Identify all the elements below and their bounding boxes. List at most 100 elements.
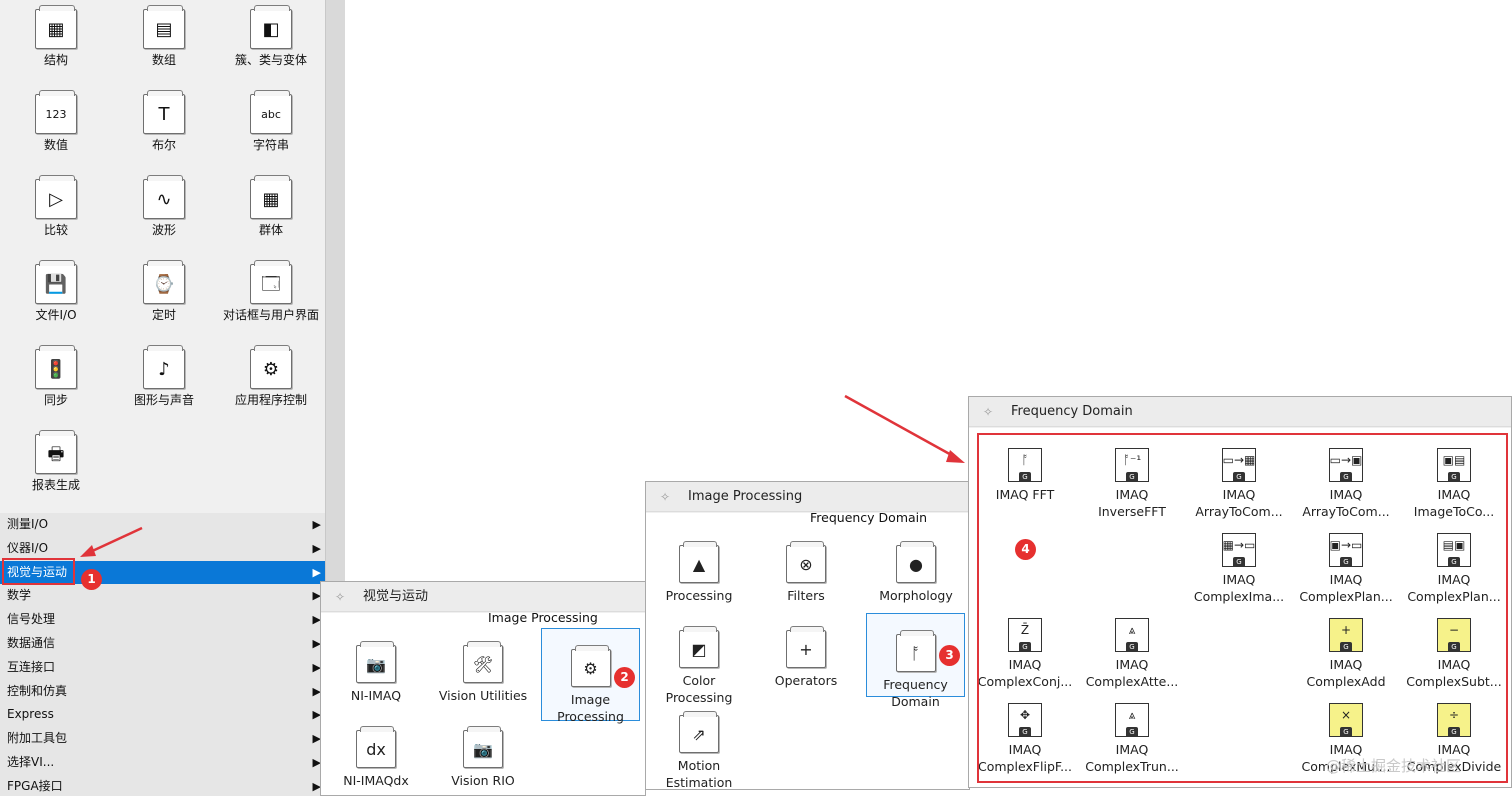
- color-processing-icon: ◩: [679, 626, 719, 668]
- app-control-icon: ⚙: [250, 345, 292, 389]
- palette-item-app-control[interactable]: ⚙ 应用程序控制: [216, 345, 326, 408]
- timing-icon: ⌚: [143, 260, 185, 304]
- structures-icon: ▦: [35, 5, 77, 49]
- array-icon: ▤: [143, 5, 185, 49]
- palette-item-graphics-sound[interactable]: ♪ 图形与声音: [109, 345, 219, 408]
- palette-item-label: 定时: [151, 308, 176, 322]
- menu-item-6[interactable]: 互连接口 ▶: [0, 656, 325, 680]
- image-processing-title-bar[interactable]: ✧ Image Processing: [646, 482, 969, 512]
- vision-motion-window: ✧ 视觉与运动 Image Processing 📷 NI-IMAQ 🛠 Vision…: [320, 581, 646, 796]
- pin-icon[interactable]: ✧: [983, 405, 999, 419]
- arrow-to-vis-head: [946, 450, 965, 463]
- tile-color-processing[interactable]: ◩ Color Processing: [649, 610, 749, 705]
- palette-item-report-generation[interactable]: 🖶 报表生成: [1, 430, 111, 493]
- menu-item-label: 数学: [7, 588, 32, 603]
- tile-ni-imaq[interactable]: 📷 NI-IMAQ: [326, 625, 426, 705]
- palette-item-label: 波形: [151, 223, 176, 237]
- tile-label: NI-IMAQ: [350, 688, 402, 703]
- tile-label: Processing: [665, 588, 733, 603]
- palette-item-structures[interactable]: ▦ 结构: [1, 5, 111, 68]
- image-processing-window: ✧ Image Processing Frequency Domain ▲ Pro…: [645, 481, 970, 790]
- ni-imaqdx-icon: dx: [356, 726, 396, 768]
- image-processing-title: Image Processing: [688, 489, 803, 504]
- tile-label: Image Processing: [557, 692, 624, 724]
- menu-item-label: 选择VI...: [7, 754, 55, 769]
- arrow-to-vis: [844, 394, 956, 459]
- palette-item-comparison[interactable]: ▷ 比较: [1, 175, 111, 238]
- menu-item-9[interactable]: 附加工具包 ▶: [0, 727, 325, 751]
- palette-item-waveform[interactable]: ∿ 波形: [109, 175, 219, 238]
- tile-processing[interactable]: ▲ Processing: [649, 525, 749, 605]
- palette-item-dialog-ui[interactable]: 🗔 对话框与用户界面: [216, 260, 326, 323]
- operators-icon: +: [786, 626, 826, 668]
- screenshot-root: ▦ 结构 ▤ 数组 ◧ 簇、类与变体 123 数值 T 布尔 abc 字符串 ▷ 比较 ∿ 波形 ▦ 群体 💾 文件I…: [0, 0, 1512, 796]
- pin-icon[interactable]: ✧: [660, 490, 676, 504]
- palette-item-label: 应用程序控制: [234, 393, 307, 407]
- palette-item-array[interactable]: ▤ 数组: [109, 5, 219, 68]
- tile-label: Operators: [774, 673, 838, 688]
- palette-item-numeric[interactable]: 123 数值: [1, 90, 111, 153]
- palette-item-label: 同步: [43, 393, 68, 407]
- menu-item-10[interactable]: 选择VI... ▶: [0, 751, 325, 775]
- menu-item-label: 控制和仿真: [7, 683, 68, 698]
- menu-item-0[interactable]: 测量I/O ▶: [0, 513, 325, 537]
- dialog-ui-icon: 🗔: [250, 260, 292, 304]
- palette-item-label: 图形与声音: [133, 393, 194, 407]
- vision-motion-body: Image Processing 📷 NI-IMAQ 🛠 Vision Utiliti…: [321, 610, 645, 795]
- palette-item-string[interactable]: abc 字符串: [216, 90, 326, 153]
- menu-item-11[interactable]: FPGA接口 ▶: [0, 775, 325, 796]
- tile-label: Vision RIO: [451, 773, 515, 788]
- synchronization-icon: 🚦: [35, 345, 77, 389]
- tile-vision-utilities[interactable]: 🛠 Vision Utilities: [433, 625, 533, 705]
- menu-item-label: 信号处理: [7, 612, 56, 627]
- tile-label: Motion Estimation: [665, 758, 733, 790]
- frequency-domain-title-bar[interactable]: ✧ Frequency Domain: [969, 397, 1511, 427]
- tile-label: NI-IMAQdx: [343, 773, 409, 788]
- comparison-icon: ▷: [35, 175, 77, 219]
- palette-item-timing[interactable]: ⌚ 定时: [109, 260, 219, 323]
- tile-morphology[interactable]: ● Morphology: [864, 525, 968, 605]
- palette-item-boolean[interactable]: T 布尔: [109, 90, 219, 153]
- menu-item-5[interactable]: 数据通信 ▶: [0, 632, 325, 656]
- vision-rio-icon: 📷: [463, 726, 503, 768]
- menu-item-label: 附加工具包: [7, 731, 68, 746]
- string-icon: abc: [250, 90, 292, 134]
- menu-item-label: 数据通信: [7, 635, 56, 650]
- tile-filters[interactable]: ⊗ Filters: [756, 525, 856, 605]
- palette-item-label: 数值: [43, 138, 68, 152]
- badge-4: 4: [1015, 539, 1036, 560]
- tile-motion-estimation[interactable]: ⇗ Motion Estimation: [649, 695, 749, 790]
- morphology-icon: ●: [896, 541, 936, 583]
- functions-palette: ▦ 结构 ▤ 数组 ◧ 簇、类与变体 123 数值 T 布尔 abc 字符串 ▷ 比较 ∿ 波形 ▦ 群体 💾 文件I…: [0, 0, 325, 796]
- tile-vision-rio[interactable]: 📷 Vision RIO: [433, 710, 533, 790]
- palette-item-cluster-class-variant[interactable]: ◧ 簇、类与变体: [216, 5, 326, 68]
- tile-ni-imaqdx[interactable]: dx NI-IMAQdx: [326, 710, 426, 790]
- tile-label: Morphology: [879, 588, 953, 603]
- collection-icon: ▦: [250, 175, 292, 219]
- menu-item-8[interactable]: Express ▶: [0, 703, 325, 727]
- palette-item-label: 字符串: [252, 138, 289, 152]
- menu-item-label: 互连接口: [7, 659, 56, 674]
- menu-item-4[interactable]: 信号处理 ▶: [0, 608, 325, 632]
- badge-2: 2: [614, 667, 635, 688]
- palette-item-synchronization[interactable]: 🚦 同步: [1, 345, 111, 408]
- menu-item-7[interactable]: 控制和仿真 ▶: [0, 680, 325, 704]
- tile-label: Filters: [787, 588, 825, 603]
- watermark: @稀土掘金技术社区: [1326, 757, 1462, 775]
- annotation-box-menu: [2, 558, 75, 585]
- palette-category-menu: 测量I/O ▶ 仪器I/O ▶ 视觉与运动 ▶ 数学 ▶ 信号处理 ▶ 数据通信 ▶ 互连接口 ▶ 控制和仿…: [0, 513, 325, 796]
- pin-icon[interactable]: ✧: [335, 590, 351, 604]
- palette-item-label: 群体: [258, 223, 283, 237]
- motion-estimation-icon: ⇗: [679, 711, 719, 753]
- vision-utilities-icon: 🛠: [463, 641, 503, 683]
- palette-item-file-io[interactable]: 💾 文件I/O: [1, 260, 111, 323]
- palette-item-collection[interactable]: ▦ 群体: [216, 175, 326, 238]
- menu-item-label: 仪器I/O: [7, 540, 49, 555]
- tile-operators[interactable]: + Operators: [756, 610, 856, 690]
- graphics-sound-icon: ♪: [143, 345, 185, 389]
- vision-motion-title-bar[interactable]: ✧ 视觉与运动: [321, 582, 645, 612]
- menu-item-3[interactable]: 数学 ▶: [0, 584, 325, 608]
- filters-icon: ⊗: [786, 541, 826, 583]
- tile-label: Frequency Domain: [883, 677, 948, 709]
- chevron-right-icon: ▶: [312, 541, 321, 555]
